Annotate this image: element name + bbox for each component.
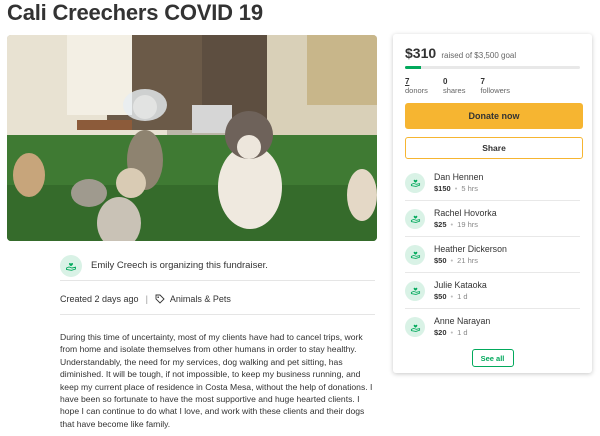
donation-sidebar: $310 raised of $3,500 goal 7 donors 0 sh… bbox=[393, 34, 592, 373]
donor-avatar bbox=[405, 172, 425, 193]
donor-avatar bbox=[405, 208, 425, 229]
donation-amount: $25 bbox=[434, 219, 447, 229]
stat-shares-label: shares bbox=[442, 86, 466, 95]
donor-name: Rachel Hovorka bbox=[434, 207, 497, 218]
donor-name: Heather Dickerson bbox=[434, 243, 507, 254]
donation-amount: $50 bbox=[434, 291, 447, 301]
stat-followers-label: followers bbox=[480, 86, 511, 95]
donation-time: 1 d bbox=[457, 291, 468, 301]
donation-item: Julie Kataoka $50 • 1 d bbox=[405, 273, 580, 309]
donation-amount: $20 bbox=[434, 328, 447, 337]
recent-donations-list: Dan Hennen $150 • 5 hrs Rachel Hovorka $25… bbox=[405, 165, 580, 345]
stat-shares-number: 0 bbox=[442, 77, 448, 86]
stat-shares: 0 shares bbox=[443, 77, 466, 95]
raised-goal-text: raised of $3,500 goal bbox=[441, 51, 517, 60]
donor-name: Anne Narayan bbox=[434, 316, 491, 326]
donation-amount: $150 bbox=[434, 183, 451, 193]
campaign-meta: Created 2 days ago | Animals & Pets bbox=[60, 289, 375, 315]
donor-name: Julie Kataoka bbox=[434, 279, 487, 290]
tag-icon bbox=[155, 294, 165, 304]
heart-hand-icon bbox=[410, 324, 420, 332]
meta-separator: | bbox=[145, 293, 148, 304]
heart-hand-icon bbox=[410, 179, 420, 187]
campaign-photo bbox=[7, 35, 377, 241]
stat-donors[interactable]: 7 donors bbox=[405, 77, 428, 95]
donate-now-button[interactable]: Donate now bbox=[405, 103, 583, 129]
donor-avatar bbox=[405, 244, 425, 265]
donation-item: Rachel Hovorka $25 • 19 hrs bbox=[405, 201, 580, 237]
see-all-button[interactable]: See all bbox=[471, 349, 514, 367]
heart-hand-icon bbox=[410, 287, 420, 295]
donation-item: Anne Narayan $20 • 1 d bbox=[405, 309, 580, 345]
donor-name: Dan Hennen bbox=[434, 171, 484, 182]
organizer-avatar bbox=[60, 254, 82, 277]
created-date: Created 2 days ago bbox=[60, 293, 139, 304]
heart-hand-icon bbox=[66, 262, 76, 271]
organizer-text: Emily Creech is organizing this fundrais… bbox=[91, 260, 268, 271]
progress-bar bbox=[405, 66, 580, 69]
share-button[interactable]: Share bbox=[405, 137, 583, 159]
stat-followers-number: 7 bbox=[480, 77, 485, 86]
raised-amount: $310 bbox=[405, 45, 437, 61]
donation-item: Dan Hennen $150 • 5 hrs bbox=[405, 165, 580, 201]
progress-fill bbox=[405, 66, 421, 69]
category-link[interactable]: Animals & Pets bbox=[155, 294, 231, 304]
campaign-title: Cali Creechers COVID 19 bbox=[7, 0, 263, 25]
category-label: Animals & Pets bbox=[169, 293, 231, 304]
raised-summary: $310 raised of $3,500 goal bbox=[405, 45, 580, 61]
donor-avatar bbox=[405, 280, 425, 301]
stat-donors-label: donors bbox=[405, 86, 428, 95]
donation-time: 1 d bbox=[457, 328, 468, 337]
story-text: During this time of uncertainty, most of… bbox=[60, 332, 373, 429]
heart-hand-icon bbox=[410, 215, 420, 223]
stat-donors-number: 7 bbox=[405, 77, 410, 86]
donation-time: 19 hrs bbox=[457, 219, 479, 229]
donation-item: Heather Dickerson $50 • 21 hrs bbox=[405, 237, 580, 273]
donation-time: 21 hrs bbox=[457, 255, 479, 265]
heart-hand-icon bbox=[410, 251, 420, 259]
campaign-stats: 7 donors 0 shares 7 followers bbox=[405, 77, 580, 95]
donor-avatar bbox=[405, 317, 425, 337]
stat-followers: 7 followers bbox=[480, 77, 510, 95]
donation-time: 5 hrs bbox=[461, 183, 479, 193]
donation-amount: $50 bbox=[434, 255, 447, 265]
organizer-row: Emily Creech is organizing this fundrais… bbox=[60, 251, 375, 281]
